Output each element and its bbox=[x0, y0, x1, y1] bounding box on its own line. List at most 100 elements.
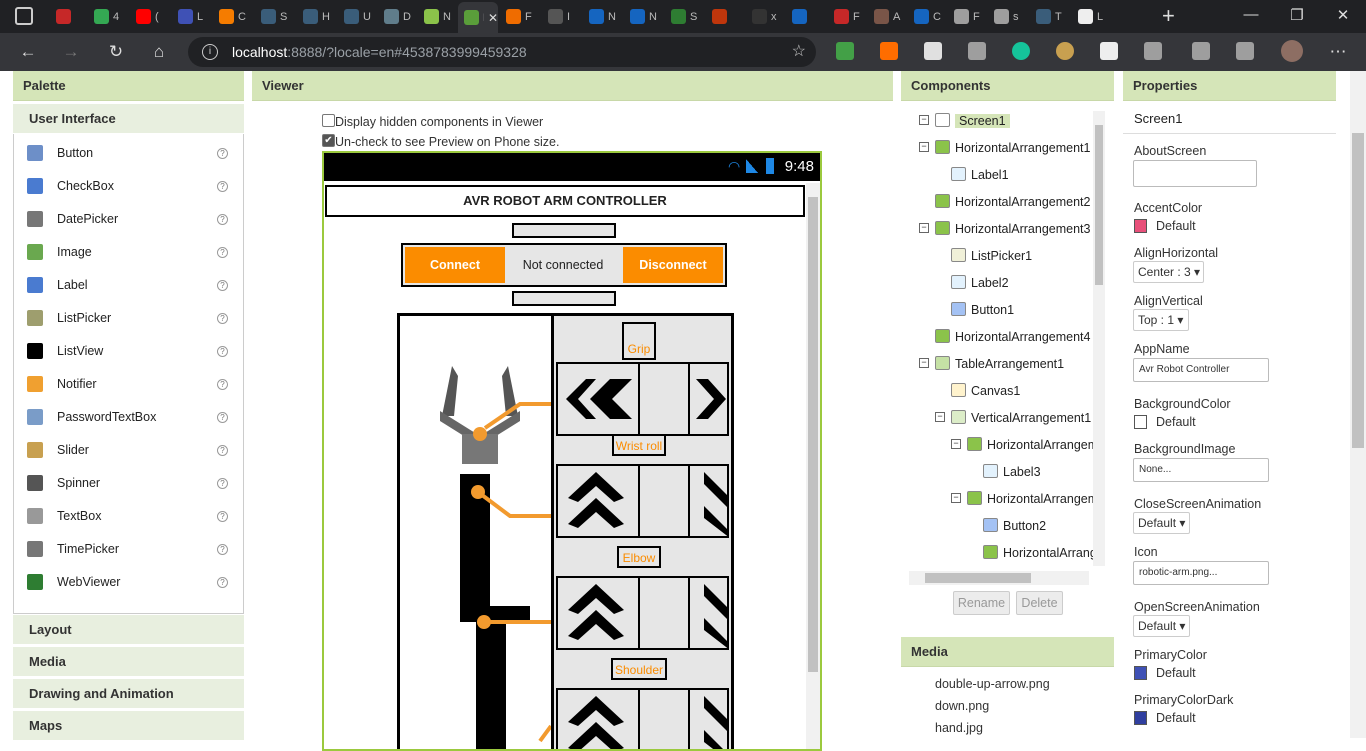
site-info-icon[interactable]: i bbox=[202, 44, 218, 60]
browser-tab[interactable]: F bbox=[948, 4, 988, 29]
browser-tab[interactable]: H bbox=[297, 4, 337, 29]
media-file[interactable]: double-up-arrow.png bbox=[935, 677, 1050, 691]
primary-color-value[interactable]: Default bbox=[1156, 666, 1196, 680]
joint-up-button[interactable] bbox=[556, 464, 640, 538]
tab-actions-icon[interactable] bbox=[15, 7, 33, 25]
component-node-button2[interactable]: Button2 bbox=[967, 516, 1093, 536]
browser-tab[interactable]: U bbox=[338, 4, 378, 29]
phone-scrollbar-thumb[interactable] bbox=[808, 197, 818, 672]
palette-category-drawing-and-animation[interactable]: Drawing and Animation bbox=[13, 678, 244, 708]
palette-category-media[interactable]: Media bbox=[13, 646, 244, 676]
help-icon[interactable]: ? bbox=[217, 445, 228, 456]
minimize-button[interactable]: — bbox=[1236, 6, 1266, 23]
component-node-horizontalarrangement1[interactable]: − HorizontalArrangement1 bbox=[919, 138, 1093, 158]
help-icon[interactable]: ? bbox=[217, 379, 228, 390]
browser-tab[interactable]: x bbox=[746, 4, 786, 29]
help-icon[interactable]: ? bbox=[217, 478, 228, 489]
media-file[interactable]: hand.jpg bbox=[935, 721, 983, 735]
restore-button[interactable]: ❐ bbox=[1282, 6, 1312, 24]
browser-tab[interactable]: F bbox=[500, 4, 540, 29]
browser-tab[interactable]: D bbox=[378, 4, 418, 29]
joint-up-button[interactable] bbox=[556, 688, 640, 749]
browser-tab[interactable]: L bbox=[172, 4, 212, 29]
component-node-canvas1[interactable]: Canvas1 bbox=[935, 381, 1093, 401]
primary-color-dark-value[interactable]: Default bbox=[1156, 711, 1196, 725]
component-node-screen1[interactable]: − Screen1 bbox=[919, 111, 1093, 131]
palette-item-button[interactable]: Button? bbox=[14, 137, 243, 170]
palette-item-listpicker[interactable]: ListPicker? bbox=[14, 302, 243, 335]
background-image-field[interactable]: None... bbox=[1133, 458, 1269, 482]
palette-item-image[interactable]: Image? bbox=[14, 236, 243, 269]
palette-category-layout[interactable]: Layout bbox=[13, 614, 244, 644]
tree-scrollbar-thumb[interactable] bbox=[1095, 125, 1103, 285]
preview-size-checkbox[interactable]: ✔ bbox=[322, 134, 335, 147]
home-icon[interactable]: ⌂ bbox=[148, 41, 170, 63]
browser-tab[interactable]: A bbox=[868, 4, 908, 29]
background-color-value[interactable]: Default bbox=[1156, 415, 1196, 429]
browser-tab[interactable]: S bbox=[665, 4, 705, 29]
palette-item-timepicker[interactable]: TimePicker? bbox=[14, 533, 243, 566]
palette-item-slider[interactable]: Slider? bbox=[14, 434, 243, 467]
page-scrollbar-thumb[interactable] bbox=[1352, 133, 1364, 448]
app-name-field[interactable]: Avr Robot Controller bbox=[1133, 358, 1269, 382]
close-window-button[interactable]: ✕ bbox=[1328, 6, 1358, 24]
accent-color-value[interactable]: Default bbox=[1156, 219, 1196, 233]
browser-tab[interactable]: s bbox=[988, 4, 1028, 29]
collapse-toggle-icon[interactable]: − bbox=[951, 439, 961, 449]
palette-item-label[interactable]: Label? bbox=[14, 269, 243, 302]
help-icon[interactable]: ? bbox=[217, 313, 228, 324]
reload-icon[interactable]: ↻ bbox=[105, 41, 127, 63]
help-icon[interactable]: ? bbox=[217, 247, 228, 258]
collapse-toggle-icon[interactable]: − bbox=[951, 493, 961, 503]
help-icon[interactable]: ? bbox=[217, 346, 228, 357]
primary-color-swatch[interactable] bbox=[1134, 666, 1147, 680]
browser-tab[interactable]: N bbox=[583, 4, 623, 29]
joint-down-button[interactable] bbox=[688, 576, 729, 650]
rename-button[interactable]: Rename bbox=[953, 591, 1010, 615]
address-bar[interactable]: i localhost:8888/?locale=en#453878399945… bbox=[188, 37, 816, 67]
favorites-icon[interactable] bbox=[1192, 42, 1210, 60]
collapse-toggle-icon[interactable]: − bbox=[919, 115, 929, 125]
browser-tab[interactable]: F bbox=[828, 4, 868, 29]
align-vertical-select[interactable]: Top : 1 ▾ bbox=[1133, 309, 1189, 331]
joint-down-button[interactable] bbox=[688, 688, 729, 749]
palette-category-maps[interactable]: Maps bbox=[13, 710, 244, 740]
primary-color-dark-swatch[interactable] bbox=[1134, 711, 1147, 725]
collapse-toggle-icon[interactable]: − bbox=[919, 358, 929, 368]
new-tab-button[interactable]: + bbox=[1162, 3, 1175, 29]
background-color-swatch[interactable] bbox=[1134, 415, 1147, 429]
browser-tab[interactable]: I bbox=[542, 4, 582, 29]
help-icon[interactable]: ? bbox=[217, 412, 228, 423]
media-file[interactable]: down.png bbox=[935, 699, 989, 713]
palette-item-spinner[interactable]: Spinner? bbox=[14, 467, 243, 500]
phone-scrollbar[interactable] bbox=[806, 183, 820, 749]
window-extension-icon[interactable] bbox=[1100, 42, 1118, 60]
bookmark-star-icon[interactable]: ☆ bbox=[792, 37, 806, 67]
reading-list-icon[interactable] bbox=[968, 42, 986, 60]
component-node-verticalarrangement1[interactable]: − VerticalArrangement1 bbox=[935, 408, 1093, 428]
component-node-label3[interactable]: Label3 bbox=[967, 462, 1093, 482]
extensions-puzzle-icon[interactable] bbox=[1144, 42, 1162, 60]
grammarly-icon[interactable] bbox=[1012, 42, 1030, 60]
help-icon[interactable]: ? bbox=[217, 148, 228, 159]
palette-item-webviewer[interactable]: WebViewer? bbox=[14, 566, 243, 599]
help-icon[interactable]: ? bbox=[217, 181, 228, 192]
back-icon[interactable]: ← bbox=[17, 41, 39, 63]
grip-open-button[interactable] bbox=[688, 362, 729, 436]
palette-item-passwordtextbox[interactable]: PasswordTextBox? bbox=[14, 401, 243, 434]
palette-item-listview[interactable]: ListView? bbox=[14, 335, 243, 368]
profile-avatar[interactable] bbox=[1281, 40, 1303, 62]
browser-tab[interactable]: 4 bbox=[88, 4, 128, 29]
menu-more-icon[interactable]: ⋯ bbox=[1327, 41, 1349, 63]
about-screen-field[interactable] bbox=[1133, 160, 1257, 187]
browser-tab[interactable]: T bbox=[1030, 4, 1070, 29]
component-node-horizontalarrangement6[interactable]: − HorizontalArrangement6 bbox=[951, 489, 1093, 509]
grip-close-button[interactable] bbox=[556, 362, 640, 436]
browser-tab[interactable]: N bbox=[418, 4, 458, 29]
browser-tab[interactable]: C bbox=[213, 4, 253, 29]
open-animation-select[interactable]: Default ▾ bbox=[1133, 615, 1190, 637]
tree-hscrollbar-thumb[interactable] bbox=[925, 573, 1031, 583]
icon-field[interactable]: robotic-arm.png... bbox=[1133, 561, 1269, 585]
joint-up-button[interactable] bbox=[556, 576, 640, 650]
browser-tab-active[interactable]: M✕ bbox=[458, 2, 498, 33]
